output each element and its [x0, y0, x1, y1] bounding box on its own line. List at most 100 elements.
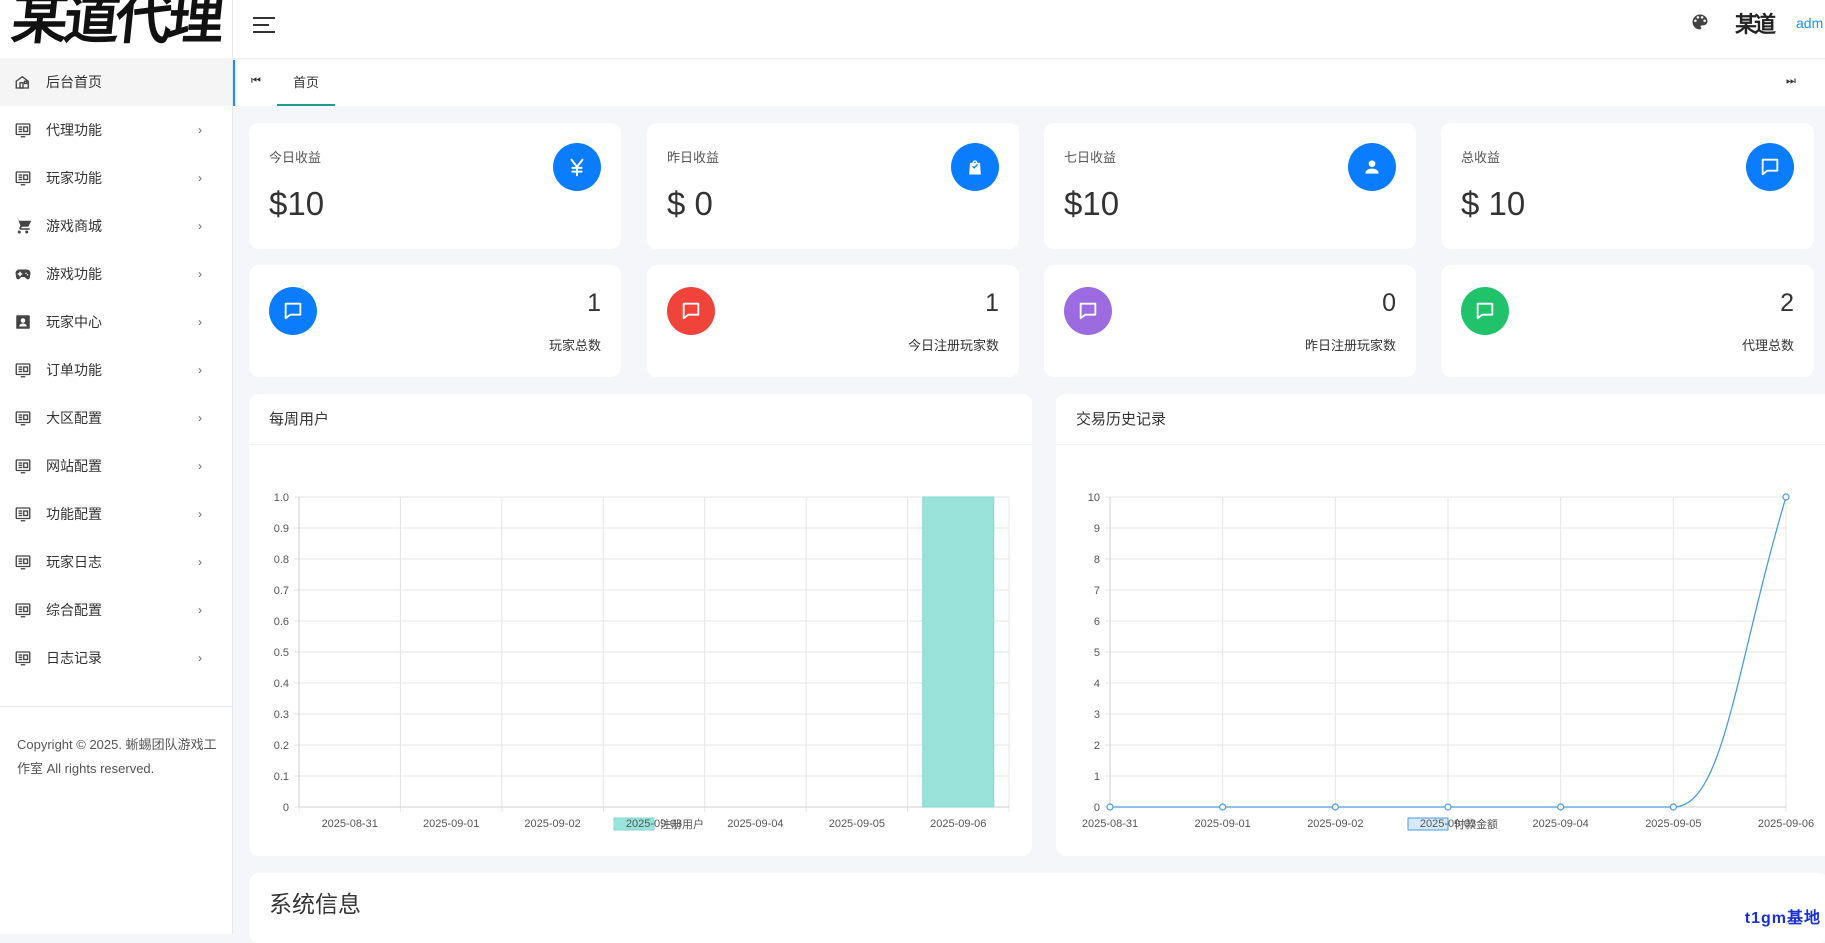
y-tick-label: 0.7 [274, 585, 289, 597]
y-tick-label: 10 [1088, 492, 1100, 504]
sidebar-item-2[interactable]: 玩家功能› [0, 154, 232, 202]
shopping-bag-icon [951, 143, 999, 191]
chat-icon [667, 287, 715, 335]
y-tick-label: 1.0 [274, 492, 289, 504]
data-point [1107, 804, 1113, 810]
chat-icon [1746, 143, 1794, 191]
y-tick-label: 7 [1094, 585, 1100, 597]
sidebar-item-8[interactable]: 网站配置 › [0, 442, 232, 490]
tab-home[interactable]: 首页 [277, 60, 335, 106]
count-card-value: 0 [1382, 289, 1396, 318]
weekly-users-chart: 注册用户00.10.20.30.40.50.60.70.80.91.02025-… [249, 446, 1032, 851]
sidebar-item-0[interactable]: 后台首页 [0, 58, 232, 106]
y-tick-label: 1 [1094, 771, 1100, 783]
revenue-card-value: $ 10 [1461, 185, 1525, 223]
system-info-title: 系统信息 [269, 885, 361, 919]
chevron-right-icon: › [198, 459, 202, 473]
menu-toggle-icon[interactable] [253, 17, 275, 35]
panel-icon [14, 649, 32, 667]
weekly-users-title: 每周用户 [249, 394, 1032, 445]
y-tick-label: 0.9 [274, 523, 289, 535]
sidebar-item-label: 日志记录 [46, 648, 102, 668]
logo[interactable]: 某道代理 [0, 0, 232, 58]
system-info-panel: 系统信息 [249, 873, 1825, 943]
data-point [1445, 804, 1451, 810]
sidebar-item-12[interactable]: 日志记录 › [0, 634, 232, 682]
data-point [1332, 804, 1338, 810]
cart-icon [14, 217, 32, 235]
sidebar-item-label: 大区配置 [46, 408, 102, 428]
count-card-label: 今日注册玩家数 [908, 335, 999, 354]
y-tick-label: 0 [283, 802, 289, 814]
chevron-right-icon: › [198, 651, 202, 665]
sidebar-item-label: 玩家中心 [46, 312, 102, 332]
count-card-label: 玩家总数 [549, 335, 601, 354]
sidebar-item-label: 代理功能 [46, 120, 102, 140]
count-card-value: 1 [985, 289, 999, 318]
chat-icon [1461, 287, 1509, 335]
y-tick-label: 8 [1094, 554, 1100, 566]
sidebar-divider [0, 706, 233, 707]
sidebar-item-1[interactable]: 代理功能› [0, 106, 232, 154]
y-tick-label: 0.4 [274, 678, 289, 690]
count-card: 0 昨日注册玩家数 [1044, 265, 1416, 377]
panel-icon [14, 409, 32, 427]
sidebar-item-5[interactable]: 玩家中心 › [0, 298, 232, 346]
y-tick-label: 0.6 [274, 616, 289, 628]
chat-icon [269, 287, 317, 335]
y-tick-label: 6 [1094, 616, 1100, 628]
avatar[interactable]: 某道代理 [1735, 4, 1785, 46]
x-tick-label: 2025-09-06 [930, 818, 986, 830]
chevron-right-icon: › [198, 219, 202, 233]
sidebar-item-3[interactable]: 游戏商城 › [0, 202, 232, 250]
palette-icon[interactable] [1690, 12, 1710, 32]
count-card-value: 2 [1780, 289, 1794, 318]
x-tick-label: 2025-09-04 [1533, 818, 1589, 830]
x-tick-label: 2025-09-03 [1420, 818, 1476, 830]
revenue-card-title: 七日收益 [1064, 147, 1116, 166]
username-link[interactable]: adm [1796, 15, 1823, 31]
chevron-right-icon: › [198, 363, 202, 377]
sidebar-item-label: 功能配置 [46, 504, 102, 524]
tab-bar: ⏮ 首页 ⏭ [233, 60, 1825, 106]
y-tick-label: 3 [1094, 709, 1100, 721]
sidebar-item-7[interactable]: 大区配置› [0, 394, 232, 442]
panel-icon [14, 169, 32, 187]
tab-scroll-right-icon[interactable]: ⏭ [1786, 75, 1796, 88]
y-tick-label: 9 [1094, 523, 1100, 535]
sidebar: 某道代理 后台首页代理功能›玩家功能›游戏商城›游戏功能›玩家中心›订单功能›大… [0, 0, 233, 934]
data-point [1558, 804, 1564, 810]
sidebar-item-6[interactable]: 订单功能› [0, 346, 232, 394]
revenue-card: 昨日收益$ 0 [647, 123, 1019, 249]
x-tick-label: 2025-09-01 [423, 818, 479, 830]
sidebar-item-11[interactable]: 综合配置› [0, 586, 232, 634]
sidebar-item-label: 综合配置 [46, 600, 102, 620]
sidebar-item-4[interactable]: 游戏功能› [0, 250, 232, 298]
y-tick-label: 4 [1094, 678, 1100, 690]
sidebar-item-label: 网站配置 [46, 456, 102, 476]
tab-scroll-left-icon[interactable]: ⏮ [251, 75, 261, 88]
user-icon [1348, 143, 1396, 191]
sidebar-item-10[interactable]: 玩家日志› [0, 538, 232, 586]
panel-icon [14, 505, 32, 523]
sidebar-nav: 后台首页代理功能›玩家功能›游戏商城›游戏功能›玩家中心›订单功能›大区配置›网… [0, 58, 232, 682]
panel-icon [14, 601, 32, 619]
y-tick-label: 0.5 [274, 647, 289, 659]
logo-text: 某道代理 [10, 0, 223, 42]
x-tick-label: 2025-09-05 [1645, 818, 1701, 830]
copyright: Copyright © 2025. 蜥蜴团队游戏工作室 All rights r… [17, 733, 217, 781]
revenue-card: 总收益$ 10 [1441, 123, 1814, 249]
contact-card-icon [14, 313, 32, 331]
sidebar-item-9[interactable]: 功能配置› [0, 490, 232, 538]
x-tick-label: 2025-09-06 [1758, 818, 1814, 830]
count-card-label: 昨日注册玩家数 [1305, 335, 1396, 354]
sidebar-item-label: 游戏商城 [46, 216, 102, 236]
revenue-card-title: 昨日收益 [667, 147, 719, 166]
chevron-right-icon: › [198, 267, 202, 281]
panel-icon [14, 121, 32, 139]
count-card-label: 代理总数 [1742, 335, 1794, 354]
data-point [1783, 494, 1789, 500]
revenue-card-value: $10 [269, 185, 324, 223]
y-tick-label: 2 [1094, 740, 1100, 752]
chevron-right-icon: › [198, 315, 202, 329]
